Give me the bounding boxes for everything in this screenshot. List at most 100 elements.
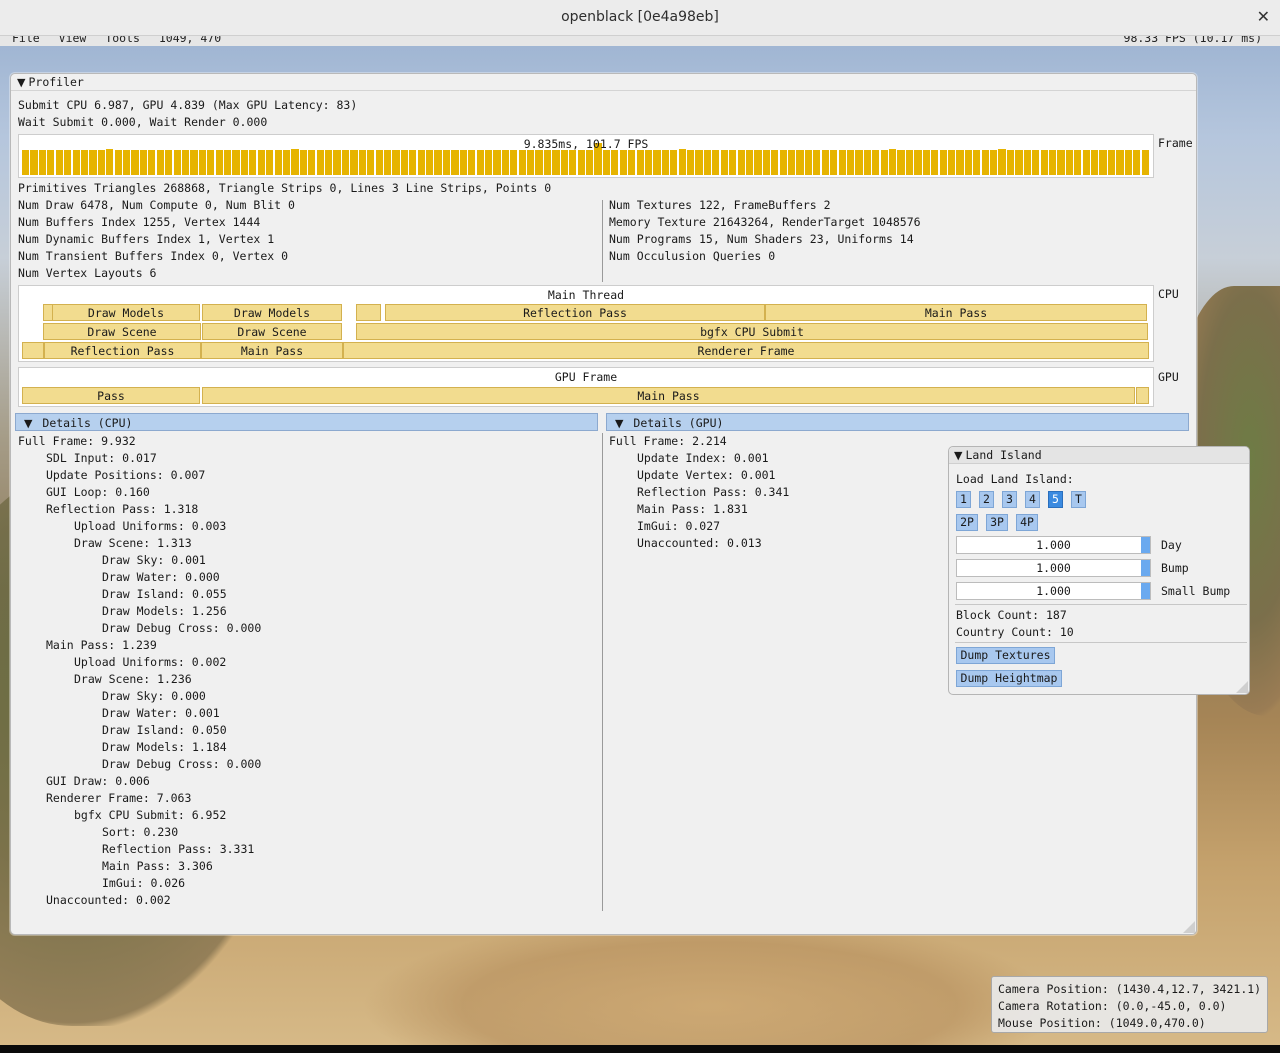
day-slider[interactable]: 1.000 [956, 536, 1151, 554]
gpu-frame-timeline[interactable]: GPU Frame Pass Main Pass [18, 367, 1154, 407]
details-column-divider [602, 433, 603, 911]
frame-bar [527, 150, 535, 175]
cpu-segment-draw-models-1[interactable]: Draw Models [52, 304, 200, 321]
frame-bar [114, 150, 122, 175]
details-cpu-list: Full Frame: 9.932 SDL Input: 0.017 Update … [18, 433, 598, 909]
gpu-segment-tail[interactable] [1136, 387, 1149, 404]
stats-left-3: Num Transient Buffers Index 0, Vertex 0 [18, 249, 289, 263]
land-island-header[interactable]: ▼ Land Island [949, 447, 1249, 464]
frame-bar [1057, 150, 1065, 175]
details-cpu-row: Update Positions: 0.007 [46, 468, 206, 482]
island-button-1[interactable]: 1 [956, 491, 971, 508]
island-button-2p[interactable]: 2P [956, 514, 978, 531]
frame-bar [846, 150, 855, 175]
island-button-4[interactable]: 4 [1025, 491, 1040, 508]
details-cpu-header[interactable]: ▼ Details (CPU) [15, 413, 598, 431]
frame-bar [552, 150, 560, 175]
day-slider-value: 1.000 [1036, 538, 1071, 552]
cpu-segment-main-pass[interactable]: Main Pass [765, 304, 1147, 321]
frame-bar [1023, 150, 1031, 175]
window-title: openblack [0e4a98eb] [561, 9, 719, 25]
profiler-header[interactable]: ▼ Profiler [11, 74, 1196, 91]
cpu-segment-renderer-frame[interactable]: Renderer Frame [343, 342, 1149, 359]
resize-grip-icon[interactable] [1183, 921, 1195, 933]
collapse-triangle-icon[interactable]: ▼ [615, 415, 623, 433]
slider-knob[interactable] [1141, 537, 1150, 553]
cpu-segment-reflection-pass[interactable]: Reflection Pass [385, 304, 765, 321]
menu-view[interactable]: View [59, 36, 87, 45]
frame-bar [64, 150, 72, 175]
cpu-segment-start[interactable] [22, 342, 44, 359]
resize-grip-icon[interactable] [1236, 681, 1248, 693]
frame-bar [123, 150, 131, 175]
frame-bar [535, 150, 543, 175]
cpu-main-thread-timeline[interactable]: Main Thread Draw Models Draw Models Refl… [18, 285, 1154, 362]
menu-tools[interactable]: Tools [105, 36, 140, 45]
frame-bar [1074, 150, 1082, 175]
menu-file[interactable]: File [12, 36, 40, 45]
frame-bar [636, 150, 644, 175]
frame-bar [745, 150, 754, 175]
cpu-segment-bgfx-cpu-submit[interactable]: bgfx CPU Submit [356, 323, 1148, 340]
frame-time-graph[interactable]: 9.835ms, 101.7 FPS [18, 134, 1154, 178]
collapse-triangle-icon[interactable]: ▼ [24, 415, 32, 433]
island-button-t[interactable]: T [1071, 491, 1086, 508]
frame-bar [922, 150, 930, 175]
frame-bar [459, 150, 467, 175]
details-cpu-row: Unaccounted: 0.002 [46, 893, 171, 907]
frame-bar [720, 150, 728, 175]
bump-slider[interactable]: 1.000 [956, 559, 1151, 577]
gpu-segment-main-pass[interactable]: Main Pass [202, 387, 1135, 404]
stats-left-0: Num Draw 6478, Num Compute 0, Num Blit 0 [18, 198, 295, 212]
frame-bar [97, 150, 105, 175]
island-button-5[interactable]: 5 [1048, 491, 1063, 508]
frame-bar [484, 150, 493, 175]
island-button-4p[interactable]: 4P [1016, 514, 1038, 531]
frame-bar [392, 150, 400, 175]
frame-bar [1124, 150, 1132, 175]
slider-knob[interactable] [1141, 560, 1150, 576]
bump-slider-label: Bump [1161, 561, 1189, 575]
details-cpu-row: bgfx CPU Submit: 6.952 [74, 808, 227, 822]
frame-bar [863, 150, 871, 175]
frame-bar [981, 150, 989, 175]
collapse-triangle-icon[interactable]: ▼ [17, 74, 25, 91]
cpu-segment-blank[interactable] [356, 304, 381, 321]
close-icon[interactable]: ✕ [1257, 7, 1270, 26]
slider-knob[interactable] [1141, 583, 1150, 599]
details-gpu-header[interactable]: ▼ Details (GPU) [606, 413, 1189, 431]
frame-bar [619, 150, 627, 175]
frame-bar [468, 150, 476, 175]
details-cpu-row: Draw Debug Cross: 0.000 [102, 621, 262, 635]
details-cpu-row: Draw Models: 1.184 [102, 740, 227, 754]
details-cpu-row: GUI Draw: 0.006 [46, 774, 150, 788]
island-button-3p[interactable]: 3P [986, 514, 1008, 531]
frame-bar [38, 150, 47, 175]
gpu-segment-pass[interactable]: Pass [22, 387, 200, 404]
frame-bar [207, 150, 215, 175]
island-button-2[interactable]: 2 [979, 491, 994, 508]
land-island-window: ▼ Land Island Load Land Island: 1 2 3 4 5… [948, 446, 1250, 695]
frame-bar [560, 150, 568, 175]
frame-bar [198, 150, 206, 175]
frame-bar [383, 150, 392, 175]
cpu-segment-draw-models-2[interactable]: Draw Models [202, 304, 342, 321]
frame-bar [678, 149, 686, 175]
frame-bar [375, 150, 383, 175]
dump-textures-button[interactable]: Dump Textures [956, 647, 1055, 664]
cpu-segment-main-pass-bottom[interactable]: Main Pass [201, 342, 343, 359]
dump-heightmap-button[interactable]: Dump Heightmap [956, 670, 1062, 687]
small-bump-slider[interactable]: 1.000 [956, 582, 1151, 600]
island-button-3[interactable]: 3 [1002, 491, 1017, 508]
collapse-triangle-icon[interactable]: ▼ [954, 447, 962, 464]
details-cpu-row: SDL Input: 0.017 [46, 451, 157, 465]
cpu-segment-reflection-pass-bottom[interactable]: Reflection Pass [44, 342, 201, 359]
frame-bar [990, 150, 998, 175]
frame-bar [1099, 150, 1107, 175]
frame-bar [788, 150, 796, 175]
frame-bar [703, 150, 712, 175]
frame-bar [501, 150, 510, 175]
cpu-segment-draw-scene-2[interactable]: Draw Scene [202, 323, 342, 340]
frame-bar [1040, 150, 1048, 175]
cpu-segment-draw-scene-1[interactable]: Draw Scene [43, 323, 201, 340]
